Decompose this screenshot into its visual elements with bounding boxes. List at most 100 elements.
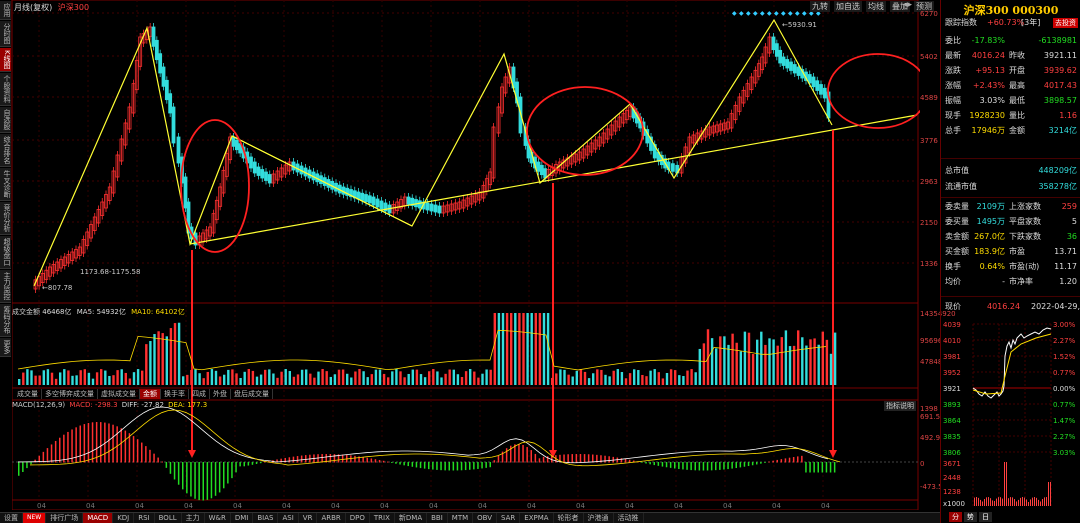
indicator-tab-18[interactable]: MTM — [448, 513, 474, 523]
candle — [429, 203, 434, 212]
macd-bar — [735, 462, 737, 469]
candle — [425, 202, 430, 211]
left-tool-1[interactable]: 分时图 — [0, 21, 11, 47]
indicator-tab-16[interactable]: 新DMA — [395, 513, 428, 523]
left-tool-4[interactable]: 自选股 — [0, 106, 11, 133]
volume-bar — [567, 374, 570, 385]
indicator-tab-21[interactable]: EXPMA — [520, 513, 554, 523]
indicator-tab-3[interactable]: MACD — [83, 513, 114, 523]
left-tool-5[interactable]: 综合排名 — [0, 133, 11, 167]
indicator-tab-7[interactable]: 主力 — [182, 513, 205, 523]
indicator-tab-24[interactable]: 活动推 — [614, 513, 644, 523]
indicator-tab-5[interactable]: RSI — [134, 513, 155, 523]
left-tool-9[interactable]: 主力监控 — [0, 269, 11, 303]
kline-chart-area[interactable]: ◆ ◆ ◆ ◆ ◆ ◆ ◆ ◆ ◆ ◆ ◆ ◆ ◆ — [12, 0, 920, 510]
scroll-arrows-icon[interactable]: ◂▸ — [903, 0, 912, 10]
mini-tab-0[interactable]: 分 — [949, 512, 962, 522]
top-button-0[interactable]: 九转 — [810, 1, 830, 12]
indicator-tab-1[interactable]: NEW — [23, 513, 47, 523]
indicator-tab-17[interactable]: BBI — [427, 513, 448, 523]
candle — [360, 192, 365, 201]
subtab-5[interactable]: 四成 — [189, 389, 210, 399]
quote-row: 买金额 183.9亿 市盈 13.71 — [941, 245, 1080, 259]
volume-bar — [403, 377, 406, 385]
left-tool-0[interactable]: 应用 — [0, 1, 11, 20]
x-tick: 04 — [625, 502, 634, 510]
macd-tick: 691.5 — [920, 413, 941, 421]
indicator-tab-0[interactable]: 设置 — [0, 513, 23, 523]
indicator-tab-10[interactable]: BIAS — [253, 513, 279, 523]
subtab-7[interactable]: 盘后成交量 — [231, 389, 273, 399]
volume-bar — [173, 323, 177, 385]
left-tool-7[interactable]: 竞价分析 — [0, 201, 11, 235]
volume-bar — [247, 369, 250, 385]
indicator-help-button[interactable]: 指标说明 — [884, 401, 916, 411]
subtab-2[interactable]: 虚拟成交量 — [98, 389, 140, 399]
indicator-tab-15[interactable]: TRIX — [370, 513, 395, 523]
top-button-1[interactable]: 加自选 — [834, 1, 862, 12]
indicator-tab-13[interactable]: ARBR — [317, 513, 346, 523]
left-tool-6[interactable]: 牛叉诊断 — [0, 167, 11, 201]
candle — [364, 194, 368, 203]
volume-subtabs: 成交量 多空博弈成交量 虚拟成交量 金额 换手率 四成 外盘 盘后成交量 — [14, 389, 273, 399]
macd-bar — [756, 462, 758, 465]
macd-bar — [702, 462, 705, 471]
quote-row: 总手 17946万 金额 3214亿 — [941, 124, 1080, 138]
indicator-tab-4[interactable]: KDJ — [113, 513, 135, 523]
volume-bar — [34, 375, 37, 385]
macd-bar — [760, 462, 762, 464]
quote-row: 委比 -17.83% -6138981 — [941, 34, 1080, 48]
indicator-tab-22[interactable]: 轮形者 — [554, 513, 584, 523]
indicator-tab-14[interactable]: DPO — [346, 513, 370, 523]
top-button-2[interactable]: 均线 — [866, 1, 886, 12]
volume-bar — [79, 370, 82, 385]
macd-bar — [776, 459, 778, 463]
subtab-0[interactable]: 成交量 — [14, 389, 42, 399]
subtab-3[interactable]: 金额 — [140, 389, 161, 399]
indicator-tab-12[interactable]: VR — [299, 513, 318, 523]
indicator-tab-19[interactable]: OBV — [473, 513, 498, 523]
kline-chart[interactable]: ◆ ◆ ◆ ◆ ◆ ◆ ◆ ◆ ◆ ◆ ◆ ◆ ◆ — [12, 0, 920, 510]
subtab-4[interactable]: 换手率 — [161, 389, 189, 399]
volume-bar — [210, 369, 214, 385]
left-tool-8[interactable]: 超级盘口 — [0, 235, 11, 269]
left-tool-2[interactable]: K线图 — [0, 48, 11, 72]
quote-value: 36 — [1066, 232, 1077, 241]
indicator-tab-2[interactable]: 排行广场 — [46, 513, 84, 523]
macd-bar — [686, 462, 688, 470]
quote-label: 卖金额 — [945, 232, 969, 241]
macd-bar — [305, 455, 307, 463]
left-tool-11[interactable]: 更多 — [0, 337, 11, 357]
macd-bar — [153, 453, 155, 463]
intraday-mini-chart[interactable]: 4039 3.00% 4010 2.27% 3981 1.52% 3952 0.77% 3921… — [941, 316, 1080, 512]
macd-bar — [690, 462, 692, 471]
macd-bar — [706, 462, 709, 471]
indicator-tab-9[interactable]: DMI — [231, 513, 254, 523]
invest-button[interactable]: 去投资 — [1053, 18, 1078, 28]
indicator-tab-20[interactable]: SAR — [497, 513, 521, 523]
subtab-6[interactable]: 外盘 — [210, 389, 231, 399]
macd-bar — [255, 462, 258, 464]
macd-bar — [809, 462, 811, 473]
left-tool-3[interactable]: 个股资料 — [0, 72, 11, 106]
candle — [168, 93, 173, 114]
subtab-1[interactable]: 多空博弈成交量 — [42, 389, 98, 399]
mini-tab-1[interactable]: 势 — [964, 512, 977, 522]
volume-bar — [95, 372, 99, 385]
macd-bar — [415, 462, 418, 468]
candle — [260, 169, 265, 179]
macd-bar — [30, 462, 32, 465]
indicator-tab-8[interactable]: W&R — [205, 513, 231, 523]
indicator-tab-11[interactable]: ASI — [278, 513, 299, 523]
macd-bar — [534, 453, 537, 463]
volume-bar — [42, 370, 45, 385]
mini-tab-2[interactable]: 日 — [979, 512, 992, 522]
left-tool-10[interactable]: 筹码分布 — [0, 303, 11, 337]
mini-vol-bar — [980, 499, 981, 506]
volume-bar — [325, 371, 328, 385]
x-tick: 04 — [37, 502, 46, 510]
macd-bar — [239, 462, 241, 467]
macd-bar — [727, 462, 729, 470]
indicator-tab-6[interactable]: BOLL — [155, 513, 182, 523]
indicator-tab-23[interactable]: 沪港通 — [584, 513, 614, 523]
